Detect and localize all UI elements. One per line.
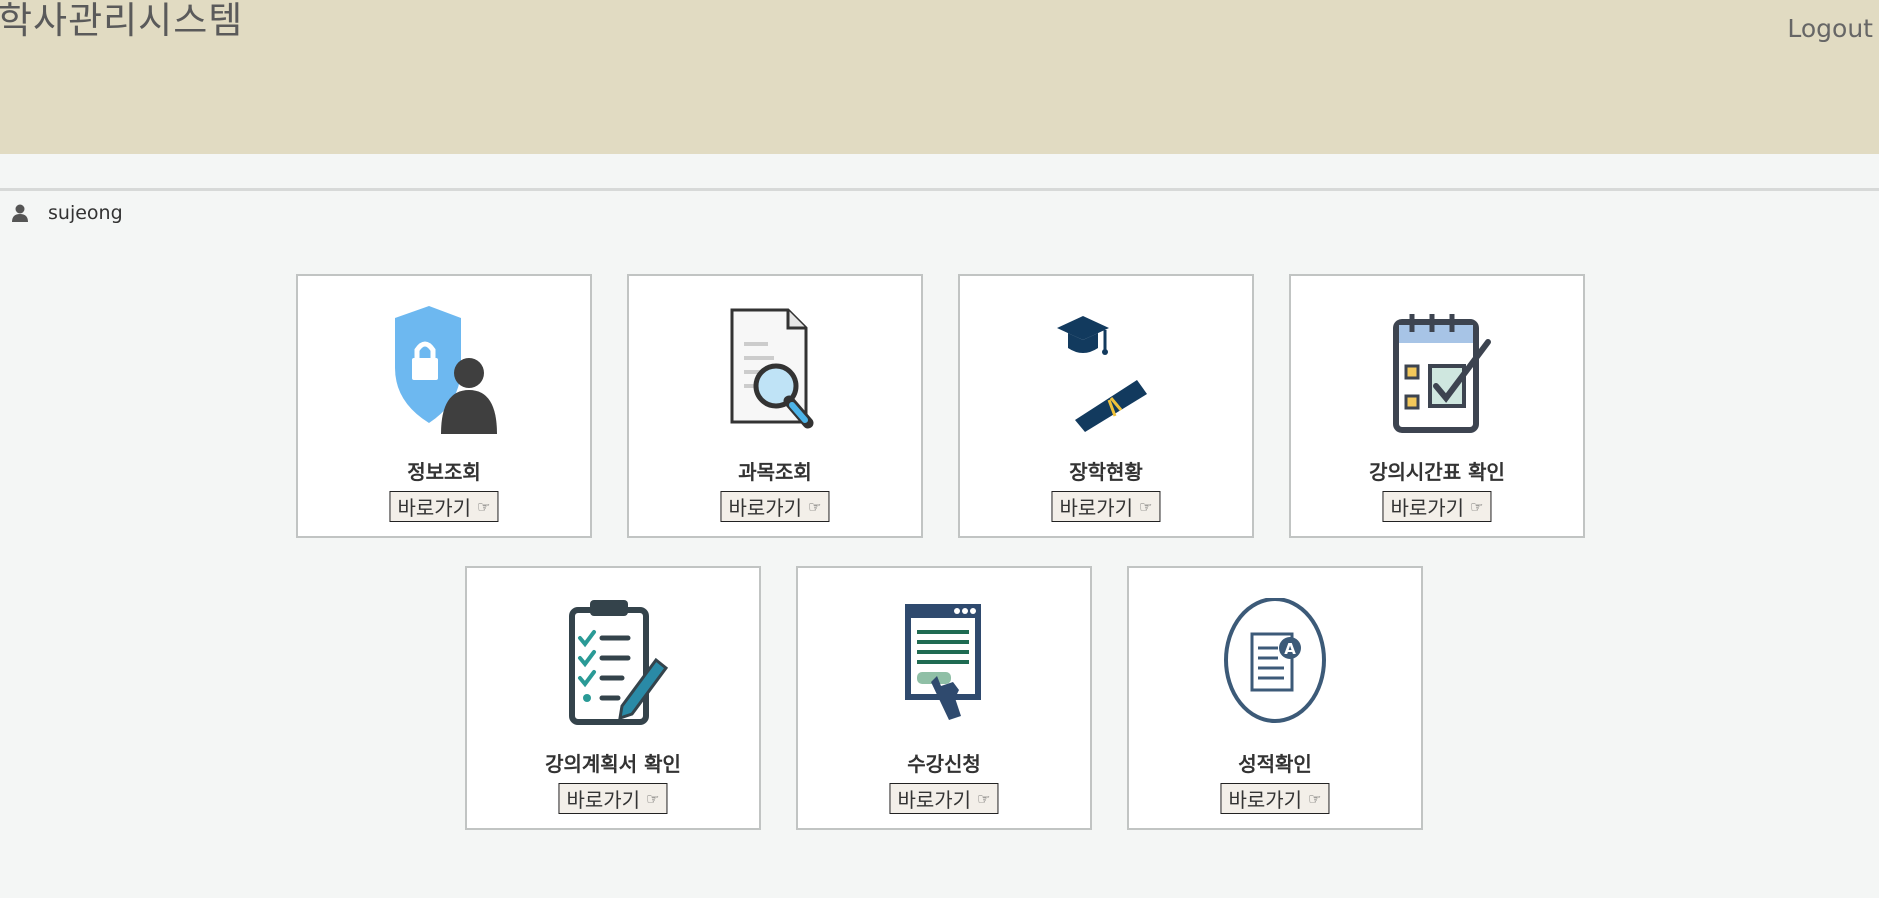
username: sujeong (48, 202, 123, 224)
go-button-label: 바로가기 (1228, 788, 1303, 812)
card-label: 수강신청 (907, 752, 981, 776)
go-button[interactable]: 바로가기 ☞ (558, 783, 668, 814)
go-button-label: 바로가기 (566, 788, 641, 812)
card-grade-check: A 성적확인 바로가기 ☞ (1127, 566, 1423, 830)
document-search-icon (722, 306, 832, 434)
pointing-hand-icon: ☞ (477, 497, 491, 516)
card-course-inquiry: 과목조회 바로가기 ☞ (627, 274, 923, 538)
go-button[interactable]: 바로가기 ☞ (1382, 491, 1492, 522)
web-form-click-icon (891, 598, 1001, 726)
pointing-hand-icon: ☞ (1139, 497, 1153, 516)
card-label: 강의계획서 확인 (545, 752, 681, 776)
card-label: 강의시간표 확인 (1369, 460, 1505, 484)
go-button[interactable]: 바로가기 ☞ (1051, 491, 1161, 522)
header-divider (0, 188, 1879, 191)
go-button[interactable]: 바로가기 ☞ (1220, 783, 1330, 814)
card-label: 정보조회 (407, 460, 481, 484)
pointing-hand-icon: ☞ (1308, 789, 1322, 808)
svg-text:A: A (1284, 640, 1296, 658)
go-button[interactable]: 바로가기 ☞ (389, 491, 499, 522)
card-label: 성적확인 (1238, 752, 1312, 776)
go-button-label: 바로가기 (1390, 496, 1465, 520)
go-button[interactable]: 바로가기 ☞ (720, 491, 830, 522)
header: 학사관리시스템 Logout (0, 0, 1879, 154)
go-button-label: 바로가기 (728, 496, 803, 520)
pointing-hand-icon: ☞ (808, 497, 822, 516)
report-grade-icon: A (1222, 597, 1332, 726)
go-button-label: 바로가기 (897, 788, 972, 812)
clipboard-checklist-icon (560, 598, 670, 726)
card-label: 과목조회 (738, 460, 812, 484)
card-info-inquiry: 정보조회 바로가기 ☞ (296, 274, 592, 538)
logout-link[interactable]: Logout (1787, 14, 1873, 43)
user-bar: sujeong (10, 200, 123, 226)
user-icon (10, 203, 30, 223)
app-title: 학사관리시스템 (0, 0, 244, 42)
go-button-label: 바로가기 (397, 496, 472, 520)
card-label: 장학현황 (1069, 460, 1143, 484)
pointing-hand-icon: ☞ (977, 789, 991, 808)
pointing-hand-icon: ☞ (1470, 497, 1484, 516)
card-scholarship-status: 장학현황 바로가기 ☞ (958, 274, 1254, 538)
go-button[interactable]: 바로가기 ☞ (889, 783, 999, 814)
shield-person-icon (391, 306, 501, 434)
go-button-label: 바로가기 (1059, 496, 1134, 520)
card-syllabus-check: 강의계획서 확인 바로가기 ☞ (465, 566, 761, 830)
pointing-hand-icon: ☞ (646, 789, 660, 808)
card-course-registration: 수강신청 바로가기 ☞ (796, 566, 1092, 830)
card-timetable-check: 강의시간표 확인 바로가기 ☞ (1289, 274, 1585, 538)
graduation-diploma-icon (1053, 306, 1163, 434)
calendar-check-icon (1384, 306, 1494, 434)
